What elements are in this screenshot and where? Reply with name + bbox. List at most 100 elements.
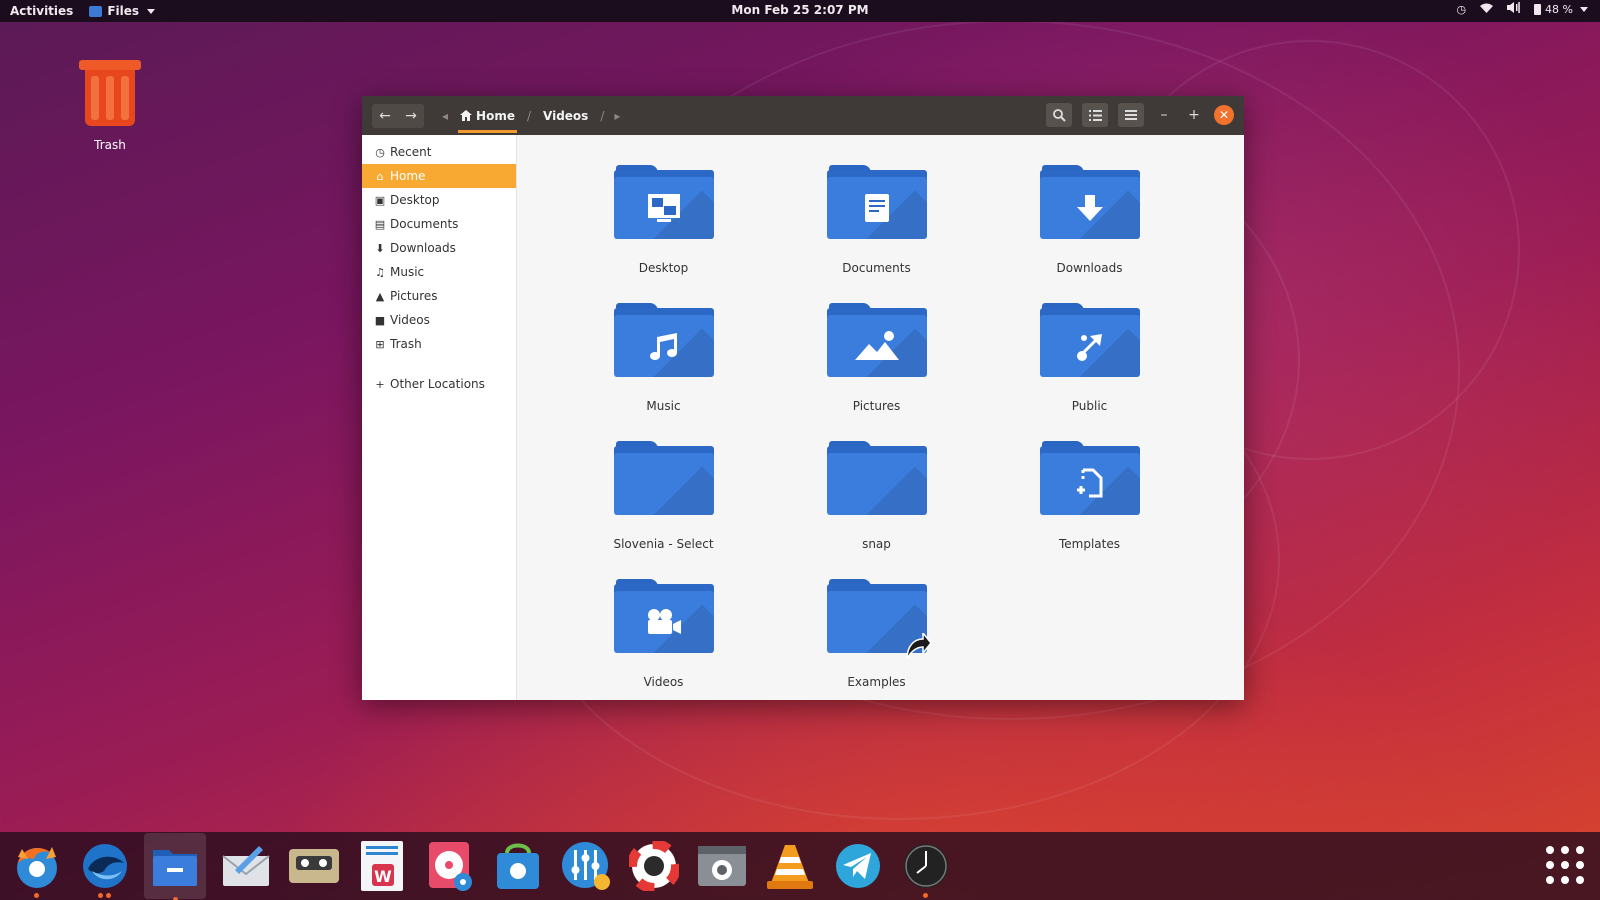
chevron-down-icon — [147, 8, 156, 14]
folder-documents[interactable]: Documents — [770, 165, 983, 303]
dock-thunderbird[interactable] — [76, 838, 133, 898]
folder-icon — [1039, 165, 1140, 241]
desktop-icon: ▣ — [374, 193, 386, 207]
sidebar-item-label: Downloads — [390, 241, 456, 255]
dock-software-center[interactable] — [489, 838, 546, 895]
cassette-icon — [288, 849, 339, 883]
video-camera-icon — [647, 609, 681, 634]
sidebar-item-home[interactable]: ⌂ Home — [362, 164, 516, 188]
folder-snap[interactable]: snap — [770, 441, 983, 579]
file-view[interactable]: Desktop Documents Downloads Music Pictur… — [517, 135, 1244, 700]
dock-libreoffice-writer[interactable]: W — [353, 838, 410, 895]
sidebar-item-recent[interactable]: ◷ Recent — [362, 140, 516, 164]
folder-icon — [826, 165, 927, 241]
activities-button[interactable]: Activities — [0, 4, 83, 18]
thunderbird-icon — [82, 844, 127, 888]
desktop-trash-label: Trash — [94, 138, 126, 152]
sidebar-item-label: Desktop — [390, 193, 440, 207]
running-indicator — [923, 892, 928, 898]
trash-icon: ⊞ — [375, 337, 385, 351]
breadcrumb-label: Videos — [543, 108, 589, 123]
dock-screenshot[interactable] — [693, 838, 750, 895]
nav-buttons: ← → — [372, 103, 424, 128]
folder-icon — [826, 303, 927, 379]
folder-videos[interactable]: Videos — [557, 579, 770, 717]
folder-pictures[interactable]: Pictures — [770, 303, 983, 441]
files-icon — [153, 850, 197, 886]
dock-sound-settings[interactable] — [557, 838, 614, 895]
share-icon — [1076, 334, 1102, 361]
battery-percent: 48 % — [1545, 2, 1573, 16]
disk-icon — [428, 842, 472, 891]
sidebar-item-desktop[interactable]: ▣ Desktop — [362, 188, 516, 212]
breadcrumb-right-arrow[interactable]: ▸ — [614, 109, 620, 123]
show-applications-button[interactable] — [1542, 842, 1588, 888]
breadcrumb-videos[interactable]: Videos — [541, 99, 590, 133]
close-icon: ✕ — [1218, 108, 1230, 122]
dock-mail-composer[interactable] — [217, 838, 274, 895]
folder-icon — [613, 165, 714, 241]
volume-icon — [1507, 2, 1520, 16]
datetime[interactable]: Mon Feb 25 2:07 PM — [731, 3, 868, 17]
breadcrumb-label: Home — [476, 108, 515, 123]
download-icon: ⬇ — [375, 241, 385, 255]
folder-slovenia-select[interactable]: Slovenia - Select — [557, 441, 770, 579]
folder-label: Videos — [643, 675, 684, 689]
breadcrumb-left-arrow[interactable]: ◂ — [442, 109, 448, 123]
view-toggle-button[interactable] — [1082, 103, 1108, 127]
app-menu[interactable]: Files — [89, 4, 156, 18]
running-indicator — [34, 892, 39, 898]
arrow-right-icon: → — [405, 107, 417, 124]
sidebar-item-documents[interactable]: ▤ Documents — [362, 212, 516, 236]
minimize-button[interactable]: – — [1154, 105, 1174, 125]
arrow-left-icon: ← — [379, 107, 391, 124]
close-button[interactable]: ✕ — [1214, 105, 1234, 125]
sidebar-item-music[interactable]: ♫ Music — [362, 260, 516, 284]
search-icon — [1052, 108, 1066, 122]
folder-desktop[interactable]: Desktop — [557, 165, 770, 303]
folder-icon — [1039, 303, 1140, 379]
dock-help[interactable] — [625, 838, 682, 895]
menu-button[interactable] — [1118, 103, 1144, 127]
dock-disk-utility[interactable] — [421, 838, 478, 895]
folder-label: Music — [646, 399, 681, 413]
folder-music[interactable]: Music — [557, 303, 770, 441]
folder-label: snap — [862, 537, 891, 551]
desktop-trash[interactable]: Trash — [74, 58, 146, 152]
back-button[interactable]: ← — [372, 104, 398, 128]
headphones-icon: ♫ — [375, 265, 385, 279]
sidebar-item-pictures[interactable]: ▲ Pictures — [362, 284, 516, 308]
dock-files[interactable] — [144, 833, 206, 900]
dock-firefox[interactable] — [8, 838, 65, 898]
dock-cassette-player[interactable] — [285, 838, 342, 895]
sidebar-item-downloads[interactable]: ⬇ Downloads — [362, 236, 516, 260]
folder-label: Examples — [847, 675, 906, 689]
sidebar-item-other-locations[interactable]: + Other Locations — [362, 372, 516, 396]
folder-grid: Desktop Documents Downloads Music Pictur… — [557, 165, 1196, 717]
picture-icon — [854, 331, 899, 360]
folder-public[interactable]: Public — [983, 303, 1196, 441]
folder-label: Public — [1071, 399, 1108, 413]
search-button[interactable] — [1046, 103, 1072, 127]
maximize-button[interactable]: + — [1184, 105, 1204, 125]
forward-button[interactable]: → — [398, 104, 424, 128]
dock-vlc[interactable] — [761, 838, 818, 895]
dock-clock[interactable] — [897, 838, 954, 898]
files-window: ← → ◂ Home / Videos / ▸ – + ✕ ◷ Recent ⌂… — [362, 96, 1244, 700]
sidebar-item-label: Music — [390, 265, 425, 279]
sidebar-item-videos[interactable]: ■ Videos — [362, 308, 516, 332]
svg-text:W: W — [374, 867, 392, 886]
system-tray[interactable]: ◷ 48 % — [1456, 2, 1588, 16]
sidebar-item-trash[interactable]: ⊞ Trash — [362, 332, 516, 356]
folder-downloads[interactable]: Downloads — [983, 165, 1196, 303]
mail-icon — [221, 846, 270, 886]
camera-icon: ■ — [374, 313, 386, 327]
writer-icon: W — [360, 841, 403, 891]
breadcrumb-home[interactable]: Home — [458, 99, 517, 133]
header-bar: ← → ◂ Home / Videos / ▸ – + ✕ — [362, 96, 1244, 135]
folder-examples[interactable]: Examples — [770, 579, 983, 717]
sidebar-item-label: Pictures — [390, 289, 438, 303]
header-actions: – + ✕ — [1046, 103, 1234, 127]
dock-telegram[interactable] — [829, 838, 886, 895]
folder-templates[interactable]: Templates — [983, 441, 1196, 579]
